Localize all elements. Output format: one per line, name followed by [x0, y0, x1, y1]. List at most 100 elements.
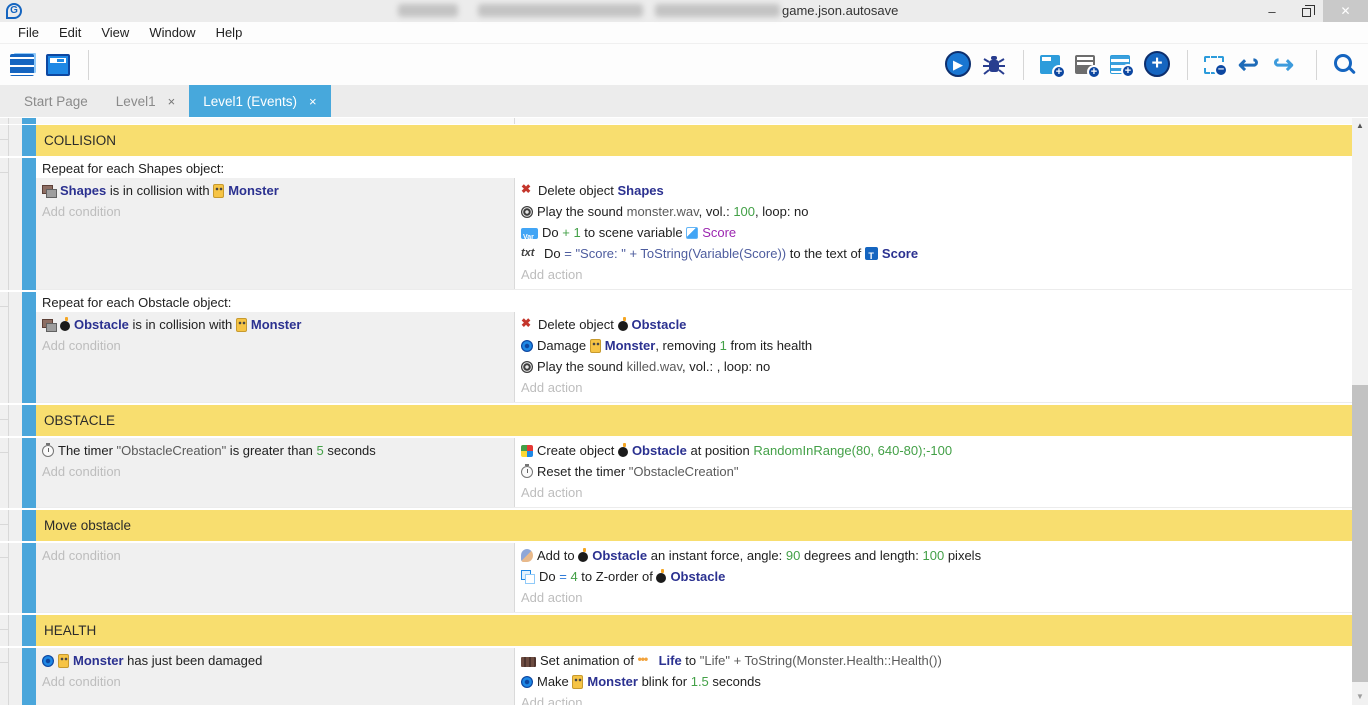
- add-action-button[interactable]: Add action: [515, 482, 1352, 503]
- text-segment: Delete object: [538, 183, 618, 198]
- action-line[interactable]: Play the sound killed.wav, vol.: , loop:…: [515, 356, 1352, 377]
- tree-rail: [0, 615, 22, 646]
- project-manager-glyph: [10, 54, 34, 76]
- tree-rail: [0, 648, 22, 705]
- add-action-button[interactable]: Add action: [515, 377, 1352, 398]
- menu-edit[interactable]: Edit: [49, 25, 91, 40]
- condition-line[interactable]: Monster has just been damaged: [36, 650, 514, 671]
- menu-help[interactable]: Help: [206, 25, 253, 40]
- text-segment: an instant force, angle:: [647, 548, 786, 563]
- add-comment-icon[interactable]: +: [1109, 51, 1137, 79]
- project-manager-icon[interactable]: [8, 51, 36, 79]
- force-icon: [521, 549, 533, 562]
- text-segment: , vol.: , loop: no: [682, 359, 770, 374]
- add-action-button[interactable]: Add action: [515, 587, 1352, 608]
- scene-editor-icon[interactable]: [44, 51, 72, 79]
- action-line[interactable]: Do = 4 to Z-order of Obstacle: [515, 566, 1352, 587]
- add-action-button[interactable]: Add action: [515, 692, 1352, 705]
- debug-icon[interactable]: [980, 51, 1008, 79]
- text-segment: "Life" + ToString(Monster.Health::Health…: [700, 653, 942, 668]
- repeat-header[interactable]: Repeat for each Obstacle object:: [36, 292, 1352, 312]
- action-line[interactable]: Add to Obstacle an instant force, angle:…: [515, 545, 1352, 566]
- event-group: OBSTACLE: [0, 405, 1352, 436]
- close-icon[interactable]: ✕: [1323, 0, 1368, 22]
- repeat-header[interactable]: Repeat for each Shapes object:: [36, 158, 1352, 178]
- redo-icon[interactable]: ↪: [1273, 51, 1301, 79]
- text-segment: Add to: [537, 548, 578, 563]
- text-segment: = "Score: " + ToString(Variable(Score)): [564, 246, 786, 261]
- events-panel: COLLISIONRepeat for each Shapes object:S…: [0, 118, 1368, 705]
- action-line[interactable]: Make Monster blink for 1.5 seconds: [515, 671, 1352, 692]
- tab-close-icon[interactable]: ×: [309, 94, 317, 109]
- restore-icon[interactable]: [1289, 0, 1323, 22]
- text-segment: to Z-order of: [578, 569, 657, 584]
- sound-icon: [521, 361, 533, 373]
- menu-file[interactable]: File: [8, 25, 49, 40]
- add-circle-icon[interactable]: +: [1144, 51, 1172, 79]
- menu-window[interactable]: Window: [139, 25, 205, 40]
- add-action-button[interactable]: Add action: [515, 264, 1352, 285]
- event-row: Add conditionAdd to Obstacle an instant …: [0, 543, 1352, 613]
- scrollbar-thumb[interactable]: [1352, 385, 1368, 682]
- menu-view[interactable]: View: [91, 25, 139, 40]
- actions-column: Delete object ShapesPlay the sound monst…: [515, 178, 1352, 289]
- action-line[interactable]: Reset the timer "ObstacleCreation": [515, 461, 1352, 482]
- tree-rail: [0, 438, 22, 508]
- tab-level1[interactable]: Level1 ×: [102, 85, 189, 117]
- action-line[interactable]: Delete object Shapes: [515, 180, 1352, 201]
- action-line[interactable]: Play the sound monster.wav, vol.: 100, l…: [515, 201, 1352, 222]
- action-line[interactable]: Do = "Score: " + ToString(Variable(Score…: [515, 243, 1352, 264]
- tab-level1-events[interactable]: Level1 (Events) ×: [189, 85, 330, 117]
- conditions-column: Monster has just been damagedAdd conditi…: [36, 648, 515, 705]
- health-icon: [521, 676, 533, 688]
- remove-selection-icon[interactable]: –: [1203, 51, 1231, 79]
- scroll-down-icon[interactable]: ▼: [1352, 689, 1368, 705]
- tab-label: Start Page: [24, 94, 88, 109]
- event-row: Repeat for each Shapes object:Shapes is …: [0, 158, 1352, 290]
- condition-line[interactable]: Shapes is in collision with Monster: [36, 180, 514, 201]
- action-line[interactable]: Damage Monster, removing 1 from its heal…: [515, 335, 1352, 356]
- add-subevent-icon[interactable]: +: [1074, 51, 1102, 79]
- undo-icon[interactable]: ↩: [1238, 51, 1266, 79]
- add-condition-button[interactable]: Add condition: [36, 671, 514, 692]
- search-glyph: [1334, 54, 1352, 72]
- text-segment: "ObstacleCreation": [629, 464, 739, 479]
- add-event-icon[interactable]: +: [1039, 51, 1067, 79]
- tab-start-page[interactable]: Start Page: [10, 85, 102, 117]
- minimize-icon[interactable]: –: [1255, 0, 1289, 22]
- title-redacted-block: [655, 4, 780, 17]
- text-segment: Score: [702, 225, 736, 240]
- scroll-up-icon[interactable]: ▲: [1352, 118, 1368, 134]
- text-icon: [521, 247, 540, 260]
- add-circle-glyph: +: [1144, 51, 1170, 77]
- event-selection-bar: [22, 543, 36, 613]
- action-line[interactable]: Do + 1 to scene variable Score: [515, 222, 1352, 243]
- text-segment: is in collision with: [129, 317, 236, 332]
- action-line[interactable]: Set animation of Life to "Life" + ToStri…: [515, 650, 1352, 671]
- action-line[interactable]: Create object Obstacle at position Rando…: [515, 440, 1352, 461]
- add-condition-button[interactable]: Add condition: [36, 461, 514, 482]
- text-segment: Damage: [537, 338, 590, 353]
- event-row: Repeat for each Obstacle object:Obstacle…: [0, 292, 1352, 403]
- tab-bar: Start Page Level1 × Level1 (Events) ×: [0, 85, 1368, 117]
- delete-icon: [521, 318, 534, 331]
- vertical-scrollbar[interactable]: ▲ ▼: [1352, 118, 1368, 705]
- event-group-header[interactable]: COLLISION: [36, 125, 1352, 156]
- action-line[interactable]: Delete object Obstacle: [515, 314, 1352, 335]
- condition-line[interactable]: Obstacle is in collision with Monster: [36, 314, 514, 335]
- add-condition-button[interactable]: Add condition: [36, 545, 514, 566]
- event-group-header[interactable]: OBSTACLE: [36, 405, 1352, 436]
- add-condition-button[interactable]: Add condition: [36, 335, 514, 356]
- condition-line[interactable]: The timer "ObstacleCreation" is greater …: [36, 440, 514, 461]
- event-group-header[interactable]: Move obstacle: [36, 510, 1352, 541]
- tree-rail: [0, 510, 22, 541]
- event-selection-bar: [22, 405, 36, 436]
- actions-column: Add to Obstacle an instant force, angle:…: [515, 543, 1352, 612]
- event-group-header[interactable]: HEALTH: [36, 615, 1352, 646]
- search-icon[interactable]: [1332, 51, 1360, 79]
- add-condition-button[interactable]: Add condition: [36, 201, 514, 222]
- play-icon[interactable]: ▶: [945, 51, 973, 79]
- event-row: Monster has just been damagedAdd conditi…: [0, 648, 1352, 705]
- tab-close-icon[interactable]: ×: [168, 94, 176, 109]
- tree-rail: [0, 158, 22, 290]
